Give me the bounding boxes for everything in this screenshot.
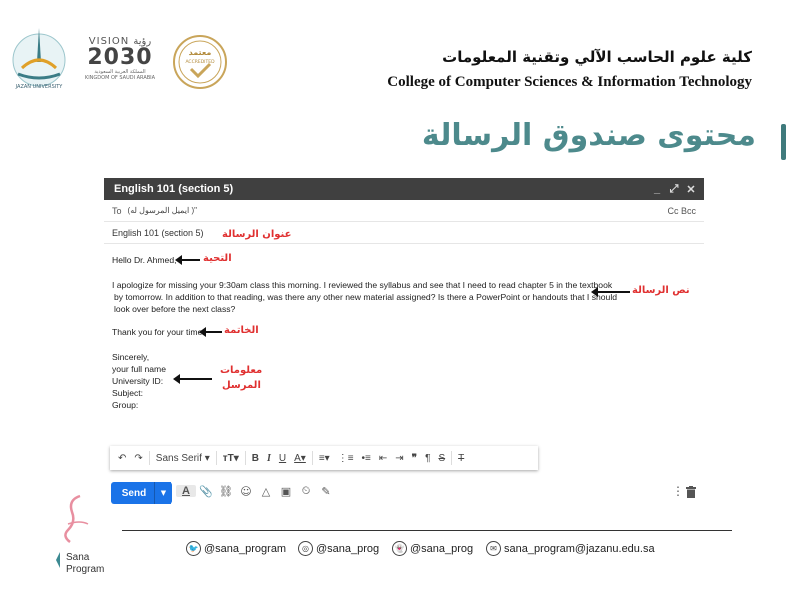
font-family-select[interactable]: Sans Serif ▾ — [152, 453, 214, 464]
toolbar-separator — [451, 451, 453, 465]
body-line-3[interactable]: look over before the next class? — [114, 303, 235, 315]
compose-header: English 101 (section 5) _ ⤢ ✕ — [104, 178, 704, 200]
minimize-icon[interactable]: _ — [650, 183, 664, 195]
bulleted-list-icon[interactable]: •≡ — [358, 453, 375, 464]
paragraph-icon[interactable]: ¶ — [421, 453, 434, 464]
annotation-sender-1: معلومات — [220, 365, 263, 376]
body-line-1[interactable]: I apologize for missing your 9:30am clas… — [112, 279, 612, 291]
footer-divider — [122, 530, 732, 531]
close-icon[interactable]: ✕ — [684, 183, 698, 196]
snapchat-handle[interactable]: 👻 @sana_prog — [392, 541, 473, 556]
annotation-closing: الخاتمة — [224, 325, 259, 336]
annotation-sender-2: المرسل — [222, 380, 261, 391]
toolbar-separator — [244, 451, 246, 465]
vision-year: 2030 — [87, 45, 153, 70]
attach-icon[interactable]: 📎 — [196, 485, 216, 498]
email-icon: ✉ — [486, 541, 501, 556]
email-contact[interactable]: ✉ sana_program@jazanu.edu.sa — [486, 541, 655, 556]
signature-line-3[interactable]: University ID: — [112, 375, 163, 387]
send-options-dropdown[interactable]: ▼ — [154, 482, 172, 504]
annotation-body: نص الرسالة — [632, 285, 690, 296]
formatting-options-icon[interactable]: A — [176, 485, 196, 497]
subject-field[interactable]: English 101 (section 5) — [112, 228, 204, 238]
arrow-closing — [199, 327, 222, 337]
font-family-label: Sans Serif — [155, 452, 202, 464]
email-text: sana_program@jazanu.edu.sa — [504, 542, 655, 555]
toolbar-separator — [311, 451, 313, 465]
quote-icon[interactable]: ❞ — [408, 453, 421, 464]
indent-more-icon[interactable]: ⇥ — [391, 453, 407, 464]
title-accent-bar — [781, 124, 786, 160]
to-field[interactable]: (ايميل المرسول له )" — [128, 206, 668, 215]
strikethrough-icon[interactable]: S — [434, 453, 449, 464]
font-size-icon[interactable]: тT▾ — [219, 453, 243, 464]
cc-bcc-link[interactable]: Cc Bcc — [667, 206, 696, 216]
arrow-body — [591, 287, 630, 297]
closing-text[interactable]: Thank you for your time. — [112, 326, 205, 338]
twitter-handle[interactable]: 🐦 @sana_program — [186, 541, 286, 556]
text-color-icon[interactable]: A▾ — [290, 453, 310, 464]
sana-program-text: Sana Program — [66, 552, 104, 576]
signature-line-4[interactable]: Subject: — [112, 387, 143, 399]
body-line-2[interactable]: by tomorrow. In addition to that reading… — [114, 291, 617, 303]
arrow-sender — [173, 374, 212, 384]
college-name-english: College of Computer Sciences & Informati… — [387, 74, 752, 90]
uni-badge-text: JAZAN UNIVERSITY — [15, 84, 64, 90]
subject-row[interactable]: English 101 (section 5) — [104, 222, 704, 244]
align-icon[interactable]: ≡▾ — [315, 453, 334, 464]
arrow-greeting — [175, 255, 200, 265]
photo-icon[interactable]: ▣ — [276, 485, 296, 498]
instagram-icon: ◎ — [298, 541, 313, 556]
snapchat-icon: 👻 — [392, 541, 407, 556]
toolbar-separator — [148, 451, 150, 465]
jazan-university-logo: JAZAN UNIVERSITY — [12, 28, 66, 90]
send-toolbar: A 📎 ⛓ ☺ △ ▣ ⏲ ✎ — [176, 484, 336, 498]
vision-2030-logo: VISION رؤية 2030 المملكة العربية السعودي… — [82, 36, 158, 84]
link-icon[interactable]: ⛓ — [216, 485, 236, 498]
instagram-text: @sana_prog — [316, 542, 380, 555]
expand-icon[interactable]: ⤢ — [667, 183, 681, 196]
bold-icon[interactable]: B — [248, 453, 263, 464]
undo-icon[interactable]: ↶ — [114, 453, 130, 464]
numbered-list-icon[interactable]: ⋮≡ — [334, 453, 358, 464]
compose-title: English 101 (section 5) — [114, 183, 234, 195]
vision-sub-en: KINGDOM OF SAUDI ARABIA — [84, 75, 156, 81]
underline-icon[interactable]: U — [275, 453, 290, 464]
twitter-text: @sana_program — [204, 542, 287, 555]
indent-less-icon[interactable]: ⇤ — [375, 453, 391, 464]
to-row[interactable]: To (ايميل المرسول له )" Cc Bcc — [104, 200, 704, 222]
send-label: Send — [121, 487, 147, 499]
sana-line-1: Sana — [66, 552, 90, 563]
twitter-icon: 🐦 — [186, 541, 201, 556]
signature-pen-icon[interactable]: ✎ — [316, 485, 336, 498]
to-label: To — [112, 205, 122, 216]
slide-title: محتوى صندوق الرسالة — [421, 118, 756, 153]
toolbar-separator — [215, 451, 217, 465]
annotation-subject: عنوان الرسالة — [222, 229, 292, 240]
sana-line-2: Program — [66, 564, 105, 575]
clear-formatting-icon[interactable]: T — [454, 453, 468, 464]
redo-icon[interactable]: ↷ — [130, 453, 146, 464]
signature-line-1[interactable]: Sincerely, — [112, 351, 149, 363]
snapchat-text: @sana_prog — [410, 542, 474, 555]
italic-icon[interactable]: I — [263, 453, 275, 464]
greeting-text[interactable]: Hello Dr. Ahmed, — [112, 254, 176, 266]
signature-line-2[interactable]: your full name — [112, 363, 166, 375]
accr-en: ACCREDITED — [185, 59, 215, 65]
signature-line-5[interactable]: Group: — [112, 399, 138, 411]
trash-icon[interactable] — [686, 486, 696, 498]
accr-ar: معتمد — [189, 48, 212, 57]
more-options-icon[interactable]: ⋮ — [672, 484, 684, 498]
drive-icon[interactable]: △ — [256, 485, 276, 498]
accreditation-seal: معتمد ACCREDITED — [173, 35, 227, 89]
emoji-icon[interactable]: ☺ — [236, 485, 256, 498]
instagram-handle[interactable]: ◎ @sana_prog — [298, 541, 379, 556]
formatting-toolbar: ↶ ↷ Sans Serif ▾ тT▾ B I U A▾ ≡▾ ⋮≡ •≡ ⇤… — [110, 446, 538, 470]
confidential-mode-icon[interactable]: ⏲ — [296, 484, 316, 498]
college-name-arabic: كلية علوم الحاسب الآلي وتقنية المعلومات — [442, 48, 752, 66]
annotation-greeting: التحية — [203, 253, 232, 264]
